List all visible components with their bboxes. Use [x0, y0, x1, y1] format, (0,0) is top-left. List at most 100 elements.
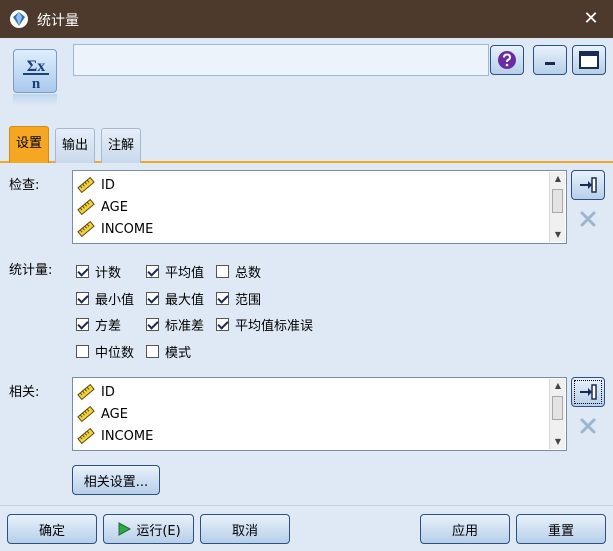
stat-sem-checkbox[interactable]: 平均值标准误 [216, 315, 313, 334]
scroll-up-icon[interactable]: ▲ [550, 379, 566, 393]
checkbox-label: 总数 [235, 266, 262, 281]
checkbox-box[interactable] [146, 318, 159, 331]
ruler-icon [77, 198, 95, 216]
node-symbol-top: Σx [27, 58, 45, 75]
tab-annotations[interactable]: 注解 [101, 128, 142, 163]
remove-x-icon [580, 211, 596, 227]
field-name: ID [101, 177, 115, 193]
stat-median-checkbox[interactable]: 中位数 [76, 342, 134, 361]
ruler-icon [77, 383, 95, 401]
list-item[interactable]: INCOME [77, 426, 153, 446]
tab-output[interactable]: 输出 [55, 128, 96, 163]
maximize-button[interactable] [572, 45, 606, 75]
checkbox-box[interactable] [76, 345, 89, 358]
correlate-field-list[interactable]: ID AGE INCOME ▲ ▼ [72, 377, 567, 451]
scroll-up-icon[interactable]: ▲ [550, 172, 566, 186]
close-icon[interactable]: ✕ [577, 5, 605, 33]
list-item[interactable]: AGE [77, 197, 128, 217]
checkbox-box[interactable] [76, 318, 89, 331]
checkbox-box[interactable] [216, 318, 229, 331]
run-button-label: 运行(E) [136, 523, 181, 539]
stat-count-checkbox[interactable]: 计数 [76, 262, 121, 281]
examine-field-picker-button[interactable] [571, 170, 605, 200]
title-bar: 统计量 ✕ [0, 0, 613, 38]
checkbox-box[interactable] [146, 265, 159, 278]
app-diamond-icon [10, 10, 28, 28]
checkbox-box[interactable] [146, 292, 159, 305]
field-name: AGE [101, 199, 128, 215]
correlate-label: 相关: [9, 385, 40, 400]
stat-mode-checkbox[interactable]: 模式 [146, 342, 191, 361]
checkbox-label: 平均值 [165, 266, 205, 281]
maximize-icon [579, 51, 599, 69]
cancel-button[interactable]: 取消 [200, 514, 290, 544]
field-picker-icon [580, 384, 597, 400]
correlate-scrollbar[interactable]: ▲ ▼ [549, 379, 565, 449]
stat-max-checkbox[interactable]: 最大值 [146, 289, 204, 308]
remove-x-icon [580, 418, 596, 434]
field-picker-icon [580, 177, 597, 193]
list-item[interactable]: AGE [77, 404, 128, 424]
checkbox-box[interactable] [76, 292, 89, 305]
field-name: ID [101, 384, 115, 400]
list-item[interactable]: ID [77, 175, 115, 195]
field-name: INCOME [101, 221, 154, 237]
minimize-button[interactable] [533, 45, 567, 75]
node-name-field[interactable] [73, 44, 489, 76]
run-button[interactable]: 运行(E) [103, 514, 194, 544]
scroll-down-icon[interactable]: ▼ [550, 228, 566, 242]
scroll-down-icon[interactable]: ▼ [550, 435, 566, 449]
run-play-icon [118, 522, 132, 536]
examine-remove-button[interactable] [571, 204, 605, 234]
ruler-icon [77, 220, 95, 238]
ruler-icon [77, 405, 95, 423]
stat-sum-checkbox[interactable]: 总数 [216, 262, 261, 281]
checkbox-label: 范围 [235, 293, 262, 308]
ruler-icon [77, 427, 95, 445]
checkbox-label: 中位数 [95, 346, 135, 361]
list-item[interactable]: INCOME [77, 219, 153, 239]
checkbox-label: 模式 [165, 346, 192, 361]
checkbox-label: 最小值 [95, 293, 135, 308]
correlate-remove-button[interactable] [571, 411, 605, 441]
stat-variance-checkbox[interactable]: 方差 [76, 315, 121, 334]
stat-stddev-checkbox[interactable]: 标准差 [146, 315, 204, 334]
checkbox-box[interactable] [216, 265, 229, 278]
node-symbol-bottom: n [32, 76, 41, 92]
checkbox-label: 计数 [95, 266, 122, 281]
checkbox-label: 最大值 [165, 293, 205, 308]
checkbox-box[interactable] [76, 265, 89, 278]
stat-min-checkbox[interactable]: 最小值 [76, 289, 134, 308]
checkbox-label: 标准差 [165, 319, 205, 334]
examine-label: 检查: [9, 178, 40, 193]
ruler-icon [77, 176, 95, 194]
statistics-node-icon: Σx n [13, 49, 57, 93]
help-icon [498, 51, 516, 69]
stat-range-checkbox[interactable]: 范围 [216, 289, 261, 308]
correlate-field-picker-button[interactable] [571, 377, 605, 407]
help-button[interactable] [490, 45, 524, 75]
checkbox-box[interactable] [216, 292, 229, 305]
scroll-thumb[interactable] [552, 189, 563, 213]
minimize-icon [545, 62, 555, 65]
statistics-label: 统计量: [9, 263, 53, 278]
list-item[interactable]: ID [77, 382, 115, 402]
footer-divider [0, 505, 613, 506]
scroll-thumb[interactable] [552, 396, 563, 420]
node-icon-reflection [13, 94, 57, 106]
ok-button[interactable]: 确定 [7, 514, 97, 544]
apply-button[interactable]: 应用 [420, 514, 510, 544]
checkbox-box[interactable] [146, 345, 159, 358]
checkbox-label: 平均值标准误 [235, 319, 314, 334]
examine-field-list[interactable]: ID AGE INCOME ▲ ▼ [72, 170, 567, 244]
checkbox-label: 方差 [95, 319, 122, 334]
tab-settings[interactable]: 设置 [9, 126, 50, 163]
settings-panel: 检查: ID AGE INCOME ▲ ▼ 统计量: 计数 平均值 总数 最小值… [0, 165, 613, 505]
reset-button[interactable]: 重置 [516, 514, 606, 544]
tab-bar: 设置 输出 注解 [0, 126, 613, 163]
correlation-settings-button[interactable]: 相关设置... [72, 465, 160, 495]
stat-mean-checkbox[interactable]: 平均值 [146, 262, 204, 281]
field-name: INCOME [101, 428, 154, 444]
field-name: AGE [101, 406, 128, 422]
examine-scrollbar[interactable]: ▲ ▼ [549, 172, 565, 242]
